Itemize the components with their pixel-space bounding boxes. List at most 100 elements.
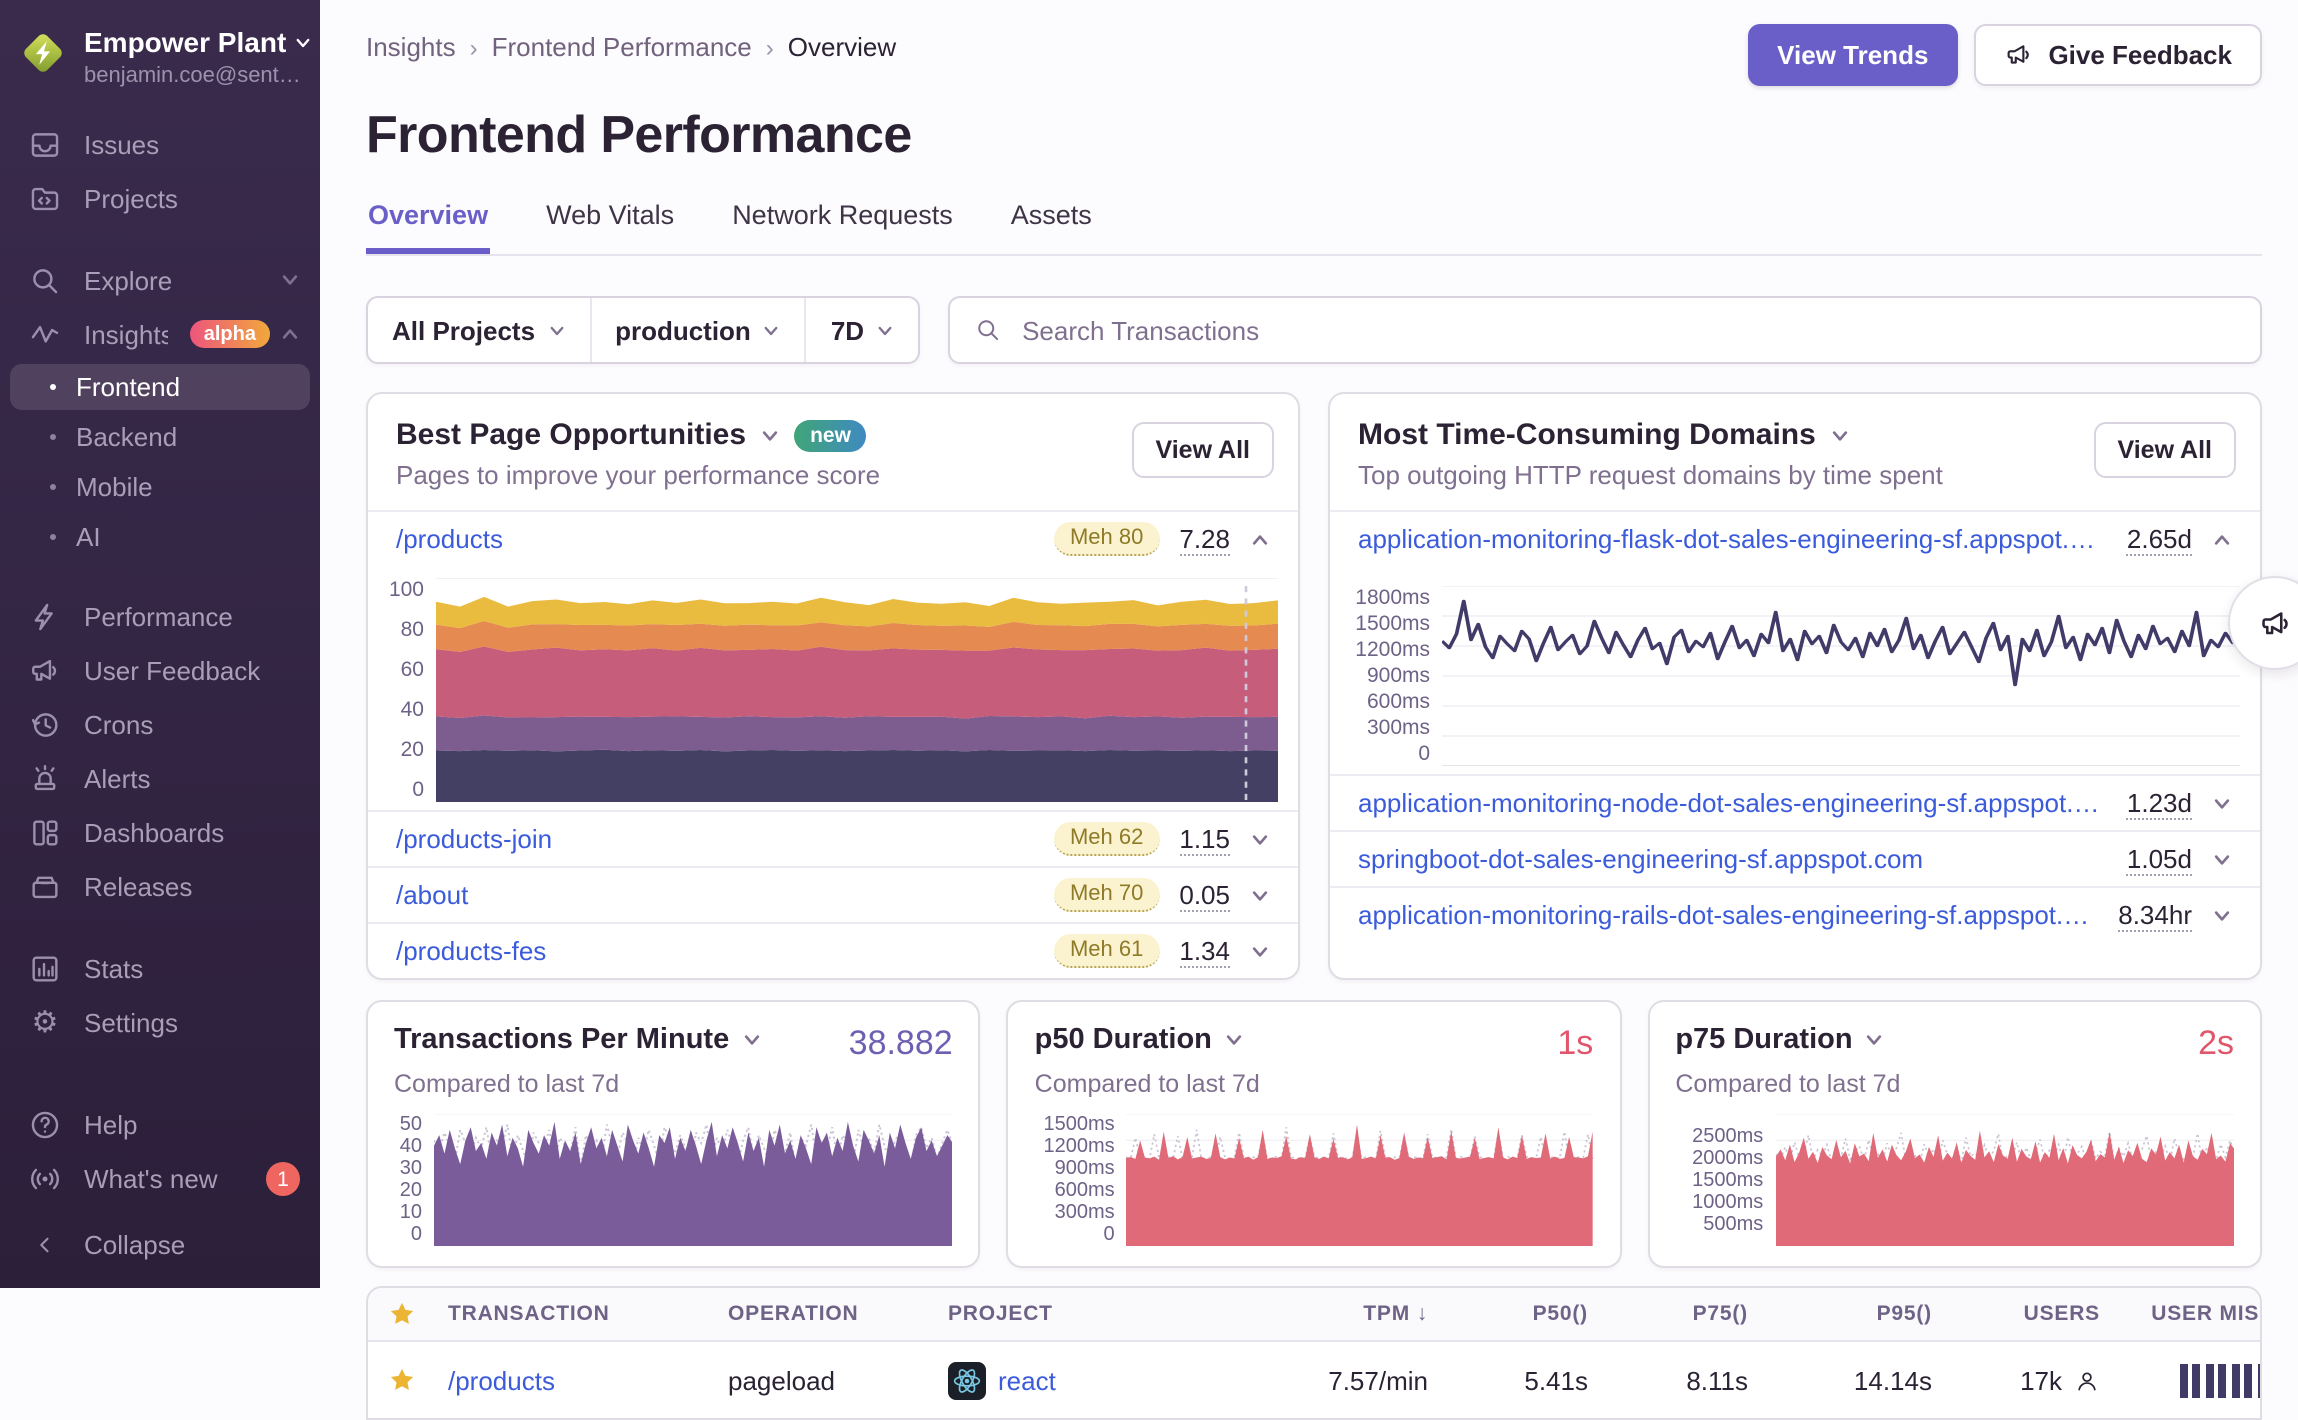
sidebar-item-whats-new[interactable]: What's new 1 — [0, 1152, 320, 1206]
sidebar-item-ai[interactable]: AI — [10, 513, 310, 559]
sidebar-item-dashboards[interactable]: Dashboards — [0, 805, 320, 859]
sidebar-item-crons[interactable]: Crons — [0, 697, 320, 751]
opportunity-value[interactable]: 7.28 — [1179, 523, 1230, 555]
opportunity-value[interactable]: 1.15 — [1179, 823, 1230, 855]
sidebar-item-stats[interactable]: Stats — [0, 941, 320, 995]
breadcrumb-frontend-performance[interactable]: Frontend Performance — [492, 32, 752, 62]
domain-time-value[interactable]: 2.65d — [2127, 523, 2192, 555]
column-header-operation[interactable]: OPERATION — [716, 1302, 936, 1326]
score-badge[interactable]: Meh 62 — [1054, 822, 1159, 856]
stacked-area-chart[interactable] — [436, 578, 1278, 802]
domain-link[interactable]: application-monitoring-flask-dot-sales-e… — [1358, 524, 2107, 554]
area-chart[interactable] — [1775, 1114, 2234, 1246]
metric-title[interactable]: p75 Duration — [1675, 1024, 1852, 1056]
sidebar-item-backend[interactable]: Backend — [10, 413, 310, 459]
line-chart[interactable] — [1442, 586, 2240, 766]
chevron-down-icon[interactable] — [1865, 1030, 1885, 1050]
opportunity-row[interactable]: /products-join Meh 62 1.15 — [368, 810, 1298, 866]
project-filter-dropdown[interactable]: All Projects — [368, 298, 589, 362]
column-header-transaction[interactable]: TRANSACTION — [436, 1302, 716, 1326]
domain-time-value[interactable]: 1.05d — [2127, 843, 2192, 875]
give-feedback-button[interactable]: Give Feedback — [1974, 24, 2262, 86]
score-breakdown-chart[interactable]: 100 80 60 40 20 0 — [368, 566, 1298, 810]
chevron-down-icon[interactable] — [1224, 1030, 1244, 1050]
chevron-down-icon[interactable] — [1250, 829, 1270, 849]
column-header-p95[interactable]: P95() — [1760, 1302, 1944, 1326]
sidebar-item-alerts[interactable]: Alerts — [0, 751, 320, 805]
score-badge[interactable]: Meh 80 — [1054, 522, 1159, 556]
domain-time-value[interactable]: 8.34hr — [2118, 899, 2192, 931]
search-transactions-box[interactable] — [948, 296, 2262, 364]
view-all-button[interactable]: View All — [1132, 422, 1275, 478]
column-header-user-misery[interactable]: USER MISERY — [2112, 1302, 2262, 1326]
column-header-tpm[interactable]: TPM ↓ — [1260, 1302, 1440, 1326]
view-all-button[interactable]: View All — [2094, 422, 2237, 478]
chevron-down-icon[interactable] — [760, 425, 780, 445]
sidebar-item-frontend[interactable]: Frontend — [10, 363, 310, 409]
breadcrumb-insights[interactable]: Insights — [366, 32, 456, 62]
opportunity-row[interactable]: /products Meh 80 7.28 — [368, 510, 1298, 566]
domain-link[interactable]: application-monitoring-node-dot-sales-en… — [1358, 788, 2107, 818]
chevron-down-icon[interactable] — [2212, 905, 2232, 925]
favorite-star-button[interactable] — [368, 1366, 436, 1394]
domain-row[interactable]: springboot-dot-sales-engineering-sf.apps… — [1330, 830, 2260, 886]
search-transactions-input[interactable] — [1018, 313, 2236, 347]
sidebar-item-performance[interactable]: Performance — [0, 589, 320, 643]
environment-filter-dropdown[interactable]: production — [589, 298, 805, 362]
transaction-link[interactable]: /about — [396, 880, 1034, 910]
opportunity-value[interactable]: 0.05 — [1179, 879, 1230, 911]
domain-duration-chart[interactable]: 1800ms 1500ms 1200ms 900ms 600ms 300ms 0 — [1330, 566, 2260, 774]
sidebar-item-help[interactable]: Help — [0, 1098, 320, 1152]
domain-row[interactable]: application-monitoring-rails-dot-sales-e… — [1330, 886, 2260, 942]
org-switcher[interactable]: Empower Plant benjamin.coe@sent… — [0, 22, 320, 117]
project-link[interactable]: react — [998, 1365, 1056, 1395]
opportunity-row[interactable]: /about Meh 70 0.05 — [368, 866, 1298, 922]
metric-title[interactable]: Transactions Per Minute — [394, 1024, 729, 1056]
transaction-link[interactable]: /products — [396, 524, 1034, 554]
chevron-up-icon[interactable] — [2212, 529, 2232, 549]
score-badge[interactable]: Meh 61 — [1054, 934, 1159, 968]
column-header-project[interactable]: PROJECT — [936, 1302, 1236, 1326]
sidebar-collapse-button[interactable]: Collapse — [0, 1218, 320, 1272]
sidebar-item-releases[interactable]: Releases — [0, 859, 320, 913]
domain-link[interactable]: application-monitoring-rails-dot-sales-e… — [1358, 900, 2098, 930]
column-header-users[interactable]: USERS — [1944, 1302, 2112, 1326]
p75-chart[interactable]: 2500ms 2000ms 1500ms 1000ms 500ms — [1675, 1114, 2234, 1246]
tab-web-vitals[interactable]: Web Vitals — [544, 200, 676, 254]
sidebar-item-mobile[interactable]: Mobile — [10, 463, 310, 509]
panel-title[interactable]: Best Page Opportunities — [396, 418, 746, 452]
chevron-up-icon[interactable] — [1250, 529, 1270, 549]
domain-row[interactable]: application-monitoring-flask-dot-sales-e… — [1330, 510, 2260, 566]
chevron-down-icon[interactable] — [1250, 885, 1270, 905]
chevron-down-icon[interactable] — [741, 1030, 761, 1050]
score-badge[interactable]: Meh 70 — [1054, 878, 1159, 912]
sidebar-item-user-feedback[interactable]: User Feedback — [0, 643, 320, 697]
tab-assets[interactable]: Assets — [1009, 200, 1094, 254]
p50-chart[interactable]: 1500ms 1200ms 900ms 600ms 300ms 0 — [1035, 1114, 1594, 1246]
sidebar-item-settings[interactable]: ⚙ Settings — [0, 995, 320, 1049]
tpm-chart[interactable]: 50 40 30 20 10 0 — [394, 1114, 953, 1246]
chevron-down-icon[interactable] — [1830, 425, 1850, 445]
opportunity-row[interactable]: /products-fes Meh 61 1.34 — [368, 922, 1298, 978]
tab-overview[interactable]: Overview — [366, 200, 490, 254]
domain-time-value[interactable]: 1.23d — [2127, 787, 2192, 819]
chevron-down-icon[interactable] — [1250, 941, 1270, 961]
domain-row[interactable]: application-monitoring-node-dot-sales-en… — [1330, 774, 2260, 830]
sidebar-item-issues[interactable]: Issues — [0, 117, 320, 171]
star-column-header[interactable] — [368, 1300, 436, 1328]
column-header-p75[interactable]: P75() — [1600, 1302, 1760, 1326]
domain-link[interactable]: springboot-dot-sales-engineering-sf.apps… — [1358, 844, 2107, 874]
metric-title[interactable]: p50 Duration — [1035, 1024, 1212, 1056]
area-chart[interactable] — [434, 1114, 953, 1246]
chevron-down-icon[interactable] — [2212, 793, 2232, 813]
area-chart[interactable] — [1127, 1114, 1594, 1246]
transaction-link[interactable]: /products-join — [396, 824, 1034, 854]
tab-network-requests[interactable]: Network Requests — [730, 200, 955, 254]
transaction-link[interactable]: /products — [448, 1365, 555, 1395]
column-header-p50[interactable]: P50() — [1440, 1302, 1600, 1326]
sidebar-item-explore[interactable]: Explore — [0, 253, 320, 307]
date-range-dropdown[interactable]: 7D — [805, 298, 918, 362]
opportunity-value[interactable]: 1.34 — [1179, 935, 1230, 967]
sidebar-item-insights[interactable]: Insights alpha — [0, 307, 320, 361]
panel-title[interactable]: Most Time-Consuming Domains — [1358, 418, 1816, 452]
